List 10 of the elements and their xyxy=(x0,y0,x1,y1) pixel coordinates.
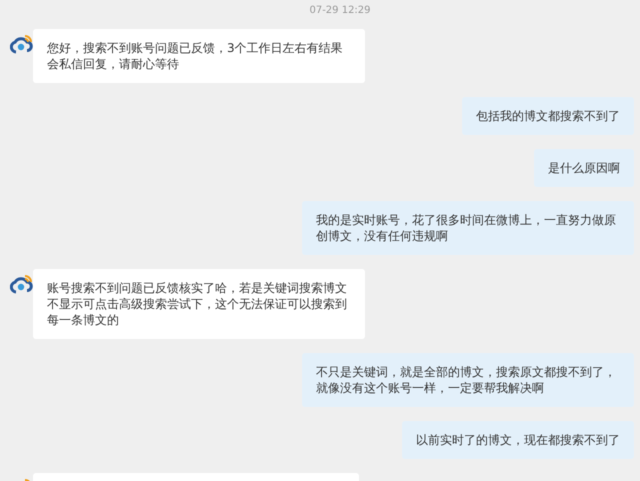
avatar-icon xyxy=(10,33,34,55)
timestamp: 07-29 12:29 xyxy=(309,5,371,16)
message-bubble: 包括我的博文都搜索不到了 xyxy=(462,97,634,135)
message-bubble: 账号搜索不到问题已反馈核实了哈，若是关键词搜索博文不显示可点击高级搜索尝试下，这个无法保证可以搜索到每一条博文的 xyxy=(33,269,365,339)
message-bubble: 是什么原因啊 xyxy=(534,149,634,187)
message-bubble: 我的是实时账号，花了很多时间在微博上，一直努力做原创博文，没有任何违规啊 xyxy=(302,201,634,255)
avatar-icon xyxy=(10,273,34,295)
message-bubble: 以前实时了的博文，现在都搜索不到了 xyxy=(402,421,634,459)
message-bubble: 您好，搜索不到账号问题已反馈，3个工作日左右有结果会私信回复，请耐心等待 xyxy=(33,29,365,83)
message-bubble: 不只是关键词，就是全部的博文，搜索原文都搜不到了，就像没有这个账号一样，一定要帮我解决啊 xyxy=(302,353,634,407)
